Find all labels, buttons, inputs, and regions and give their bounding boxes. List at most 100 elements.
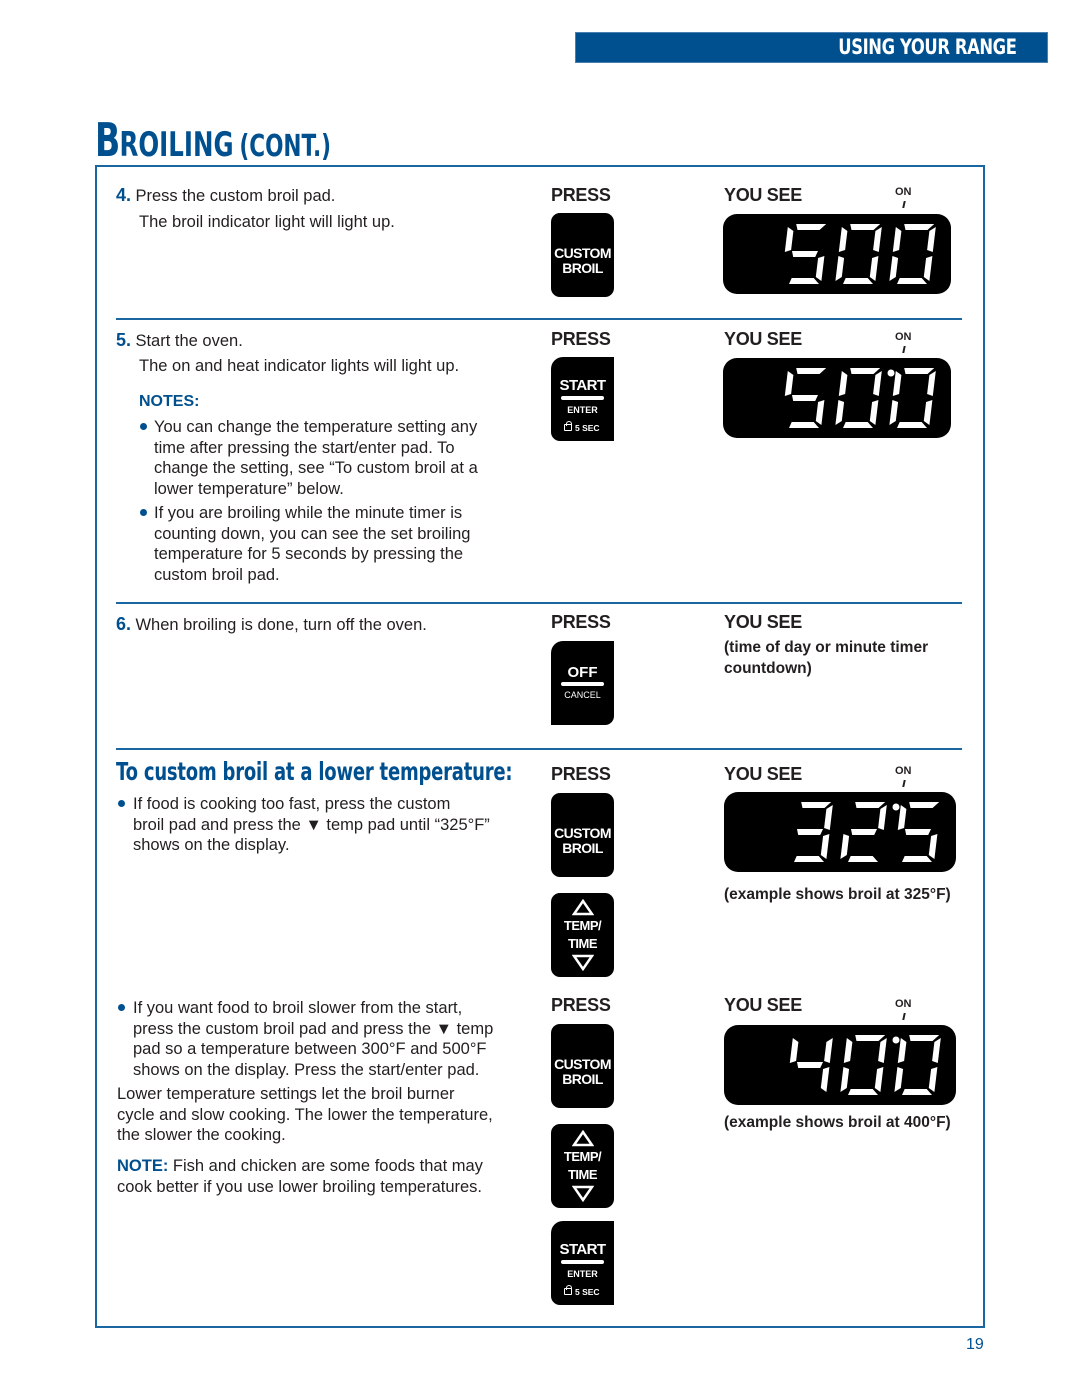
- segment-0-b: [873, 371, 882, 396]
- you-see-heading: YOU SEE: [724, 185, 802, 205]
- press-heading: PRESS: [551, 764, 611, 784]
- step-5: 5. Start the oven.: [116, 330, 243, 350]
- you-see-heading: YOU SEE: [724, 612, 802, 632]
- bullet-icon: [140, 423, 147, 430]
- segment-0-f: [897, 1038, 907, 1063]
- press-heading: PRESS: [551, 185, 611, 205]
- segment-0-c: [923, 400, 933, 425]
- oven-display: [724, 792, 956, 872]
- segment-5-f: [897, 805, 907, 830]
- section-divider: [116, 602, 962, 604]
- step-4: 4. Press the custom broil pad.: [116, 185, 336, 205]
- oven-display: [724, 1025, 956, 1105]
- down-arrow-icon: [572, 954, 594, 971]
- segment-0-a: [850, 368, 881, 374]
- step-6: 6. When broiling is done, turn off the o…: [116, 614, 427, 634]
- segment-4-b: [824, 1038, 833, 1063]
- segment-0-e: [840, 1067, 850, 1092]
- segment-3-c: [820, 834, 830, 859]
- segment-0-e: [835, 400, 845, 425]
- pad-bar: [561, 682, 604, 686]
- on-indicator-label: ON: [895, 186, 912, 198]
- section-divider: [116, 318, 962, 320]
- segment-0-d: [897, 422, 927, 428]
- segment-0-f: [843, 1038, 853, 1063]
- page-title: BROILING (CONT.): [95, 113, 332, 167]
- degree-dot: [892, 1036, 900, 1044]
- note-item: You can change the temperature setting a…: [139, 417, 478, 499]
- segment-5-d: [789, 422, 819, 428]
- segment-0-d: [848, 1089, 878, 1095]
- segment-0-f: [892, 371, 902, 396]
- custom-broil-pad-label: CUSTOM BROIL: [554, 245, 611, 276]
- segment-5-g: [792, 251, 818, 257]
- segment-5-d: [789, 278, 819, 284]
- seven-segment-readout: [794, 802, 940, 862]
- custom-broil-pad[interactable]: CUSTOM BROIL: [551, 213, 614, 297]
- segment-0-a: [904, 368, 935, 374]
- segment-3-a: [801, 802, 832, 808]
- down-arrow-icon: [572, 1185, 594, 1202]
- segment-0-c: [869, 256, 879, 281]
- press-heading: PRESS: [551, 329, 611, 349]
- segment-5-c: [815, 400, 825, 425]
- segment-2-g: [851, 829, 877, 835]
- segment-2-d: [848, 856, 878, 862]
- segment-5-c: [928, 834, 938, 859]
- start-enter-pad[interactable]: START ENTER 5 SEC: [551, 357, 614, 441]
- step-5-detail: The on and heat indicator lights will li…: [139, 357, 460, 375]
- off-cancel-pad[interactable]: OFF CANCEL: [551, 641, 614, 725]
- you-see-heading: YOU SEE: [724, 764, 802, 784]
- lower-temp-bullet: If food is cooking too fast, press the c…: [117, 794, 490, 856]
- segment-0-b: [878, 1038, 887, 1063]
- segment-0-c: [928, 1067, 938, 1092]
- temp-time-pad[interactable]: TEMP/ TIME: [551, 1124, 614, 1208]
- segment-0-a: [850, 224, 881, 230]
- segment-5-c: [815, 256, 825, 281]
- segment-0-d: [843, 278, 873, 284]
- press-heading: PRESS: [551, 995, 611, 1015]
- up-arrow-icon: [572, 1130, 594, 1147]
- segment-0-f: [838, 227, 848, 252]
- segment-0-b: [927, 227, 936, 252]
- seven-segment-readout: [784, 224, 936, 284]
- segment-0-d: [897, 278, 927, 284]
- segment-5-g: [792, 395, 818, 401]
- temp-time-pad[interactable]: TEMP/ TIME: [551, 893, 614, 977]
- segment-5-f: [784, 227, 794, 252]
- oven-display: [723, 358, 951, 438]
- page-number: 19: [966, 1336, 984, 1353]
- example-caption: (example shows broil at 325°F): [724, 886, 951, 903]
- segment-0-e: [889, 400, 899, 425]
- segment-3-d: [794, 856, 824, 862]
- section-title-lower-temp: To custom broil at a lower temperature:: [116, 757, 513, 786]
- segment-0-d: [843, 422, 873, 428]
- section-divider: [116, 748, 962, 750]
- segment-0-c: [923, 256, 933, 281]
- segment-4-c: [820, 1067, 830, 1092]
- segment-2-e: [840, 834, 850, 859]
- lower-temp-paragraph: Lower temperature settings let the broil…: [117, 1085, 493, 1144]
- press-heading: PRESS: [551, 612, 611, 632]
- degree-dot: [892, 803, 900, 811]
- lower-temp-note: NOTE: Fish and chicken are some foods th…: [117, 1157, 483, 1196]
- custom-broil-pad[interactable]: CUSTOM BROIL: [551, 1024, 614, 1108]
- note-item: If you are broiling while the minute tim…: [139, 503, 470, 585]
- segment-2-a: [855, 802, 886, 808]
- segment-4-f: [789, 1038, 799, 1063]
- example-caption: (example shows broil at 400°F): [724, 1114, 951, 1131]
- segment-0-e: [894, 1067, 904, 1092]
- pad-bar: [561, 396, 604, 400]
- custom-broil-pad[interactable]: CUSTOM BROIL: [551, 793, 614, 877]
- start-enter-pad[interactable]: START ENTER 5 SEC: [551, 1221, 614, 1305]
- segment-0-b: [873, 227, 882, 252]
- segment-3-g: [797, 829, 823, 835]
- segment-0-b: [927, 371, 936, 396]
- seven-segment-readout: [789, 1035, 941, 1095]
- bullet-icon: [118, 800, 125, 807]
- segment-5-d: [902, 856, 932, 862]
- segment-0-d: [902, 1089, 932, 1095]
- on-indicator-label: ON: [895, 765, 912, 777]
- notes-heading: NOTES:: [139, 393, 200, 410]
- segment-5-g: [905, 829, 931, 835]
